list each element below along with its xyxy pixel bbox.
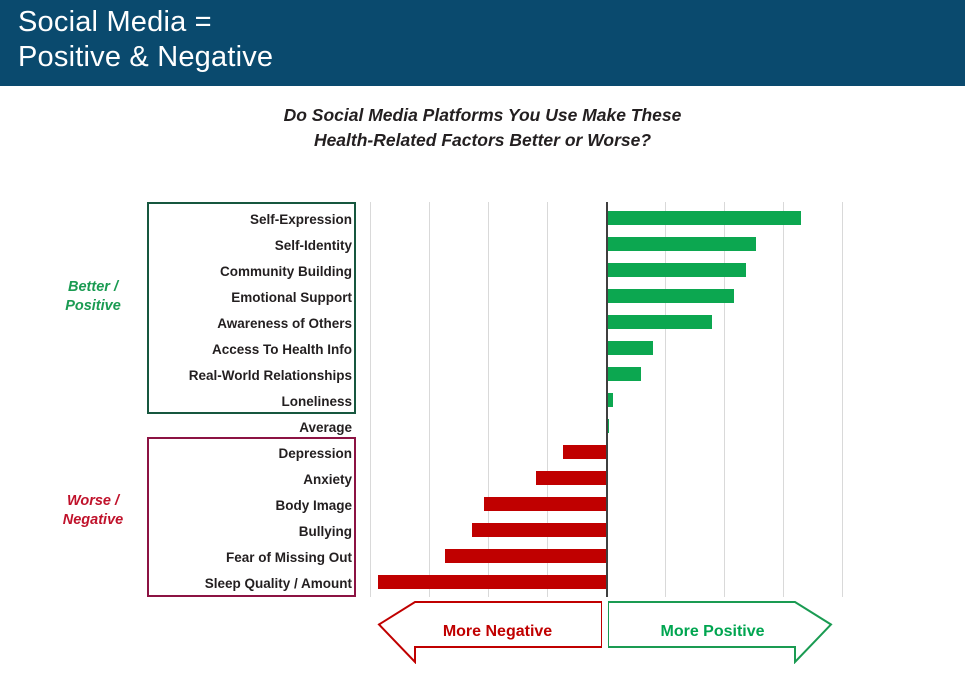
gridline (429, 202, 430, 597)
row-label: Average (299, 420, 352, 435)
row-label: Self-Expression (249, 212, 352, 227)
bar-self-identity (606, 237, 757, 251)
bar-emotional-support (606, 289, 735, 303)
gridline (783, 202, 784, 597)
row-label: Anxiety (303, 472, 352, 487)
legend-more-positive-label: More Positive (660, 623, 765, 640)
row-label: Real-World Relationships (188, 368, 352, 383)
category-label-column: Self-Expression Self-Identity Community … (140, 202, 352, 597)
slide-title: Social Media = Positive & Negative (18, 6, 274, 73)
bar-awareness-of-others (606, 315, 713, 329)
header-banner: Social Media = Positive & Negative (0, 0, 965, 86)
gridline (370, 202, 371, 597)
gridline (842, 202, 843, 597)
row-label: Body Image (275, 498, 352, 513)
gridline (547, 202, 548, 597)
row-label: Awareness of Others (217, 316, 352, 331)
row-label: Bullying (298, 524, 352, 539)
bar-community-building (606, 263, 747, 277)
row-label: Community Building (220, 264, 352, 279)
bar-depression (562, 445, 606, 459)
bar-real-world-relationships (606, 367, 641, 381)
slide-canvas: Social Media = Positive & Negative Do So… (0, 0, 965, 673)
row-label: Emotional Support (231, 290, 352, 305)
gridline (724, 202, 725, 597)
bar-sleep-quality-amount (378, 575, 606, 589)
row-label: Loneliness (281, 394, 352, 409)
gridline (665, 202, 666, 597)
positive-group-label: Better / Positive (65, 279, 121, 314)
bar-body-image (483, 497, 606, 511)
bar-bullying (472, 523, 606, 537)
plot-area (356, 202, 846, 597)
negative-group-label: Worse / Negative (62, 493, 124, 528)
bar-access-to-health-info (606, 341, 654, 355)
bar-self-expression (606, 211, 801, 225)
legend-more-negative-label: More Negative (442, 623, 553, 640)
legend-more-negative[interactable]: More Negative (377, 600, 602, 664)
bar-fear-of-missing-out (444, 549, 606, 563)
row-label: Depression (278, 446, 352, 461)
zero-axis-line (606, 202, 608, 597)
row-label: Access To Health Info (211, 342, 352, 357)
legend-more-positive[interactable]: More Positive (608, 600, 833, 664)
bar-anxiety (535, 471, 606, 485)
row-label: Fear of Missing Out (225, 550, 352, 565)
gridline (488, 202, 489, 597)
row-label: Sleep Quality / Amount (204, 576, 352, 591)
chart-title: Do Social Media Platforms You Use Make T… (283, 105, 682, 150)
row-label: Self-Identity (274, 238, 352, 253)
